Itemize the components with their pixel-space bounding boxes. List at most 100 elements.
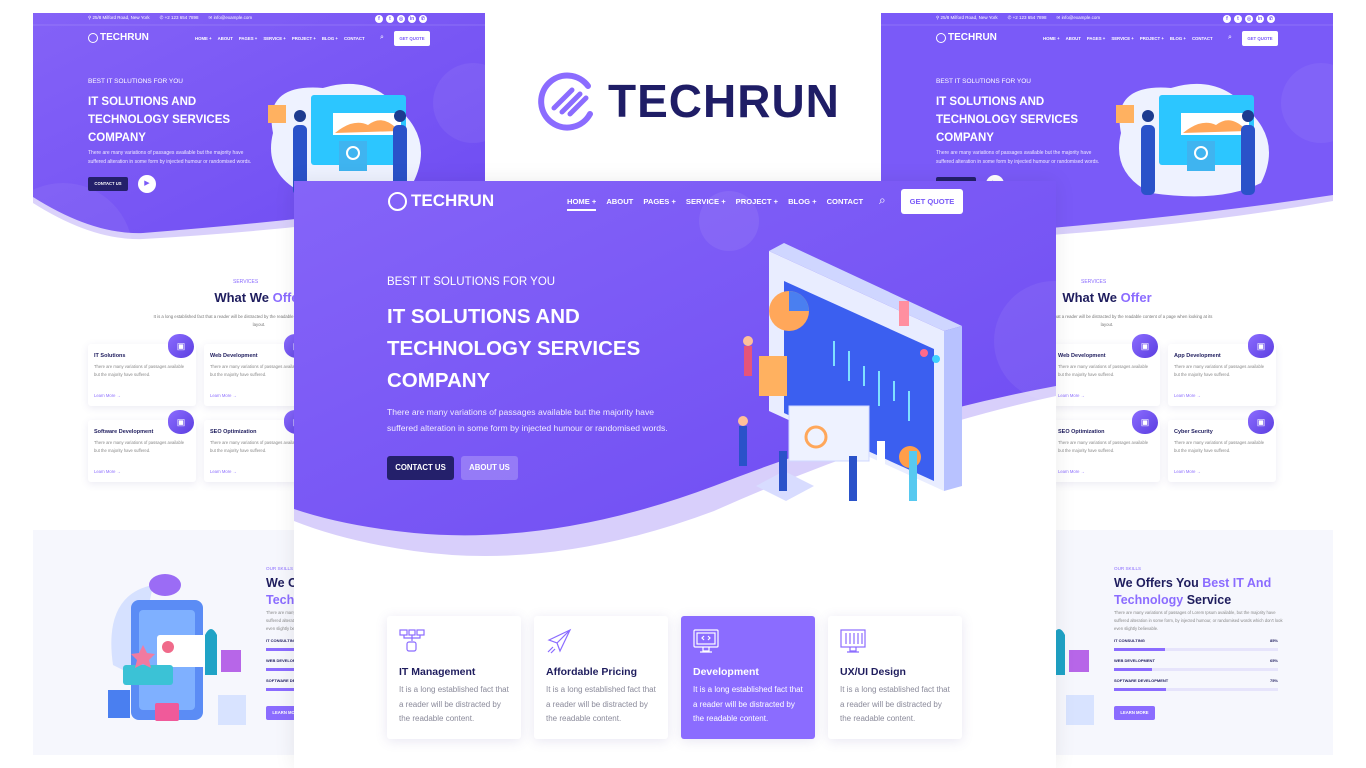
service-card[interactable]: ▣ IT Solutions There are many variations…	[88, 334, 196, 406]
linkedin-icon[interactable]: in	[408, 15, 416, 23]
feature-card[interactable]: IT Management It is a long established f…	[387, 616, 521, 739]
play-video-button[interactable]: ▶	[138, 175, 156, 193]
feature-card[interactable]: Affordable Pricing It is a long establis…	[534, 616, 668, 739]
email-text[interactable]: ✉ info@example.com	[209, 15, 253, 21]
service-title: Cyber Security	[1174, 429, 1213, 435]
nav-project[interactable]: PROJECT +	[292, 36, 316, 41]
main-nav: HOME + ABOUT PAGES + SERVICE + PROJECT +…	[567, 197, 863, 211]
service-card[interactable]: ▣ Software Development There are many va…	[88, 410, 196, 482]
search-icon[interactable]: ⌕	[879, 193, 886, 208]
service-card[interactable]: ▣ App Development There are many variati…	[1168, 334, 1276, 406]
instagram-icon[interactable]: ◎	[1245, 15, 1253, 23]
facebook-icon[interactable]: f	[375, 15, 383, 23]
phone[interactable]: +2 123 654 7898	[1013, 15, 1047, 20]
service-title: App Development	[1174, 353, 1221, 359]
skill-value: 85%	[1269, 638, 1278, 643]
nav-home[interactable]: HOME +	[567, 197, 597, 211]
feature-text: It is a long established fact that a rea…	[399, 685, 509, 723]
paper-plane-icon	[546, 628, 572, 654]
whatsapp-icon[interactable]: ✆	[419, 15, 427, 23]
contact-us-button[interactable]: CONTACT US	[387, 456, 454, 480]
nav-contact[interactable]: CONTACT	[344, 36, 365, 41]
nav-about[interactable]: ABOUT	[1066, 36, 1081, 41]
nav-project[interactable]: PROJECT +	[1140, 36, 1164, 41]
facebook-icon[interactable]: f	[1223, 15, 1231, 23]
learn-more-button[interactable]: LEARN MORE	[1114, 706, 1155, 720]
email[interactable]: info@example.com	[214, 15, 253, 20]
learn-more-link[interactable]: Learn More →	[1174, 393, 1201, 398]
nav-service[interactable]: SERVICE +	[263, 36, 286, 41]
learn-more-link[interactable]: Learn More →	[1058, 469, 1085, 474]
techrun-logo-icon	[538, 72, 593, 131]
hero-title: IT SOLUTIONS AND TECHNOLOGY SERVICES COM…	[88, 96, 231, 144]
techrun-logo: TECHRUN	[538, 70, 840, 132]
nav-project[interactable]: PROJECT +	[736, 197, 778, 211]
skill-fill	[1114, 648, 1165, 651]
email-text[interactable]: ✉ info@example.com	[1057, 15, 1101, 21]
site-logo[interactable]: TECHRUN	[388, 191, 494, 211]
feature-card[interactable]: UX/UI Design It is a long established fa…	[828, 616, 962, 739]
feature-card[interactable]: Development It is a long established fac…	[681, 616, 815, 739]
learn-more-link[interactable]: Learn More →	[1174, 469, 1201, 474]
contact-us-button[interactable]: CONTACT US	[88, 177, 128, 191]
main-nav: HOME + ABOUT PAGES + SERVICE + PROJECT +…	[1043, 36, 1213, 41]
learn-more-link[interactable]: Learn More →	[210, 393, 237, 398]
logo-icon	[388, 191, 407, 211]
service-text: There are many variations of passages av…	[94, 440, 185, 453]
get-quote-button[interactable]: GET QUOTE	[1242, 31, 1278, 46]
email[interactable]: info@example.com	[1062, 15, 1101, 20]
phone-text[interactable]: ✆ +2 123 654 7898	[1008, 15, 1047, 21]
site-logo[interactable]: TECHRUN	[936, 32, 997, 43]
service-text: There are many variations of passages av…	[1058, 440, 1149, 453]
service-card[interactable]: ▣ Cyber Security There are many variatio…	[1168, 410, 1276, 482]
instagram-icon[interactable]: ◎	[397, 15, 405, 23]
nav-service[interactable]: SERVICE +	[686, 197, 726, 211]
nav-blog[interactable]: BLOG +	[1170, 36, 1186, 41]
get-quote-button[interactable]: GET QUOTE	[394, 31, 430, 46]
nav-contact[interactable]: CONTACT	[1192, 36, 1213, 41]
skill-label: IT CONSULTING	[266, 638, 297, 643]
skill-track	[1114, 648, 1278, 651]
phone-text[interactable]: ✆ +2 123 654 7898	[160, 15, 199, 21]
site-logo[interactable]: TECHRUN	[88, 32, 149, 43]
skill-bar: SOFTWARE DEVELOPMENT 75%	[1114, 678, 1278, 691]
linkedin-icon[interactable]: in	[1256, 15, 1264, 23]
nav-about[interactable]: ABOUT	[606, 197, 633, 211]
skills-tag: OUR SKILLS	[1114, 566, 1142, 571]
get-quote-button[interactable]: GET QUOTE	[901, 189, 963, 214]
service-icon: ▣	[168, 410, 194, 434]
about-us-button[interactable]: ABOUT US	[461, 456, 518, 480]
nav-home[interactable]: HOME +	[195, 36, 212, 41]
nav-service[interactable]: SERVICE +	[1111, 36, 1134, 41]
service-card[interactable]: ▣ SEO Optimization There are many variat…	[1052, 410, 1160, 482]
nav-pages[interactable]: PAGES +	[643, 197, 676, 211]
service-text: There are many variations of passages av…	[1174, 440, 1265, 453]
whatsapp-icon[interactable]: ✆	[1267, 15, 1275, 23]
feature-text: It is a long established fact that a rea…	[693, 685, 803, 723]
phone[interactable]: +2 123 654 7898	[165, 15, 199, 20]
nav-blog[interactable]: BLOG +	[322, 36, 338, 41]
learn-more-link[interactable]: Learn More →	[94, 469, 121, 474]
skills-title: We Offers You Best IT And Technology Ser…	[1114, 575, 1294, 608]
nav-blog[interactable]: BLOG +	[788, 197, 816, 211]
nav-contact[interactable]: CONTACT	[827, 197, 864, 211]
learn-more-link[interactable]: Learn More →	[94, 393, 121, 398]
learn-more-link[interactable]: Learn More →	[1058, 393, 1085, 398]
twitter-icon[interactable]: t	[1234, 15, 1242, 23]
search-icon[interactable]: ⌕	[380, 34, 384, 42]
nav-pages[interactable]: PAGES +	[239, 36, 257, 41]
twitter-icon[interactable]: t	[386, 15, 394, 23]
nav-home[interactable]: HOME +	[1043, 36, 1060, 41]
nav-about[interactable]: ABOUT	[218, 36, 233, 41]
skill-value: 65%	[1269, 658, 1278, 663]
feature-text: It is a long established fact that a rea…	[840, 685, 950, 723]
feature-title: Development	[693, 666, 759, 678]
search-icon[interactable]: ⌕	[1228, 34, 1232, 42]
service-card[interactable]: ▣ Web Development There are many variati…	[1052, 334, 1160, 406]
service-text: There are many variations of passages av…	[94, 364, 185, 377]
nav-pages[interactable]: PAGES +	[1087, 36, 1105, 41]
play-icon: ▶	[144, 180, 150, 187]
skill-track	[1114, 668, 1278, 671]
services-title-a: What We	[214, 290, 273, 305]
learn-more-link[interactable]: Learn More →	[210, 469, 237, 474]
